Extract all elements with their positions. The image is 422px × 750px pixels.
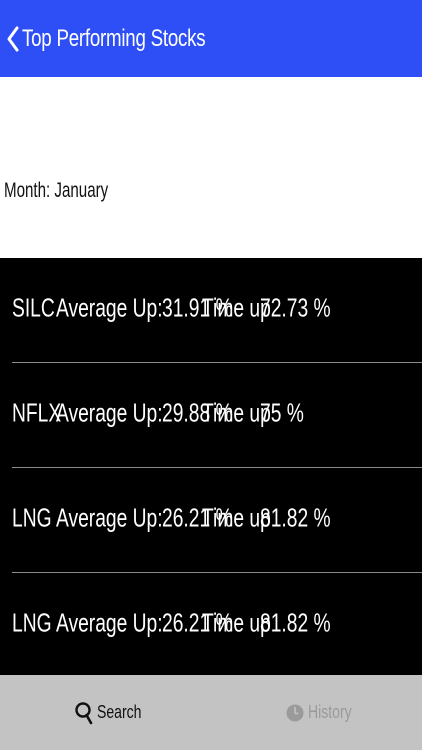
- back-button[interactable]: Top Performing Stocks: [6, 25, 257, 53]
- month-label: Month: January: [4, 179, 109, 202]
- average-up-label: Average Up:: [56, 607, 163, 638]
- time-up-value: 75 %: [260, 397, 304, 428]
- stock-symbol: NFLX: [12, 397, 62, 428]
- stock-symbol: SILC: [12, 292, 55, 323]
- average-up-label: Average Up:: [56, 397, 163, 428]
- month-header: Month: January: [0, 77, 422, 258]
- chevron-left-icon: [6, 26, 20, 52]
- stock-row[interactable]: NFLX Average Up: 29.88 % Time up 75 %: [12, 363, 422, 468]
- app-screen: Top Performing Stocks Month: January SIL…: [0, 0, 422, 750]
- average-up-label: Average Up:: [56, 292, 163, 323]
- search-icon: [74, 700, 94, 726]
- clock-icon: [285, 700, 305, 726]
- stock-row[interactable]: SILC Average Up: 31.91 % Time up 72.73 %: [12, 258, 422, 363]
- tab-history-label: History: [308, 702, 352, 722]
- time-up-value: 72.73 %: [260, 292, 331, 323]
- time-up-value: 81.82 %: [260, 502, 331, 533]
- tab-search-label: Search: [97, 702, 142, 722]
- stock-list[interactable]: SILC Average Up: 31.91 % Time up 72.73 %…: [0, 258, 422, 675]
- stock-symbol: LNG: [12, 607, 52, 638]
- stock-row[interactable]: LNG Average Up: 26.21 % Time up 81.82 %: [12, 573, 422, 675]
- tab-search[interactable]: Search: [0, 675, 211, 750]
- stock-symbol: LNG: [12, 502, 52, 533]
- average-up-label: Average Up:: [56, 502, 163, 533]
- tab-bar: Search History: [0, 675, 422, 750]
- time-up-value: 81.82 %: [260, 607, 331, 638]
- tab-history[interactable]: History: [211, 675, 422, 750]
- page-title: Top Performing Stocks: [22, 24, 206, 52]
- navigation-bar: Top Performing Stocks: [0, 0, 422, 77]
- stock-row[interactable]: LNG Average Up: 26.21 % Time up 81.82 %: [12, 468, 422, 573]
